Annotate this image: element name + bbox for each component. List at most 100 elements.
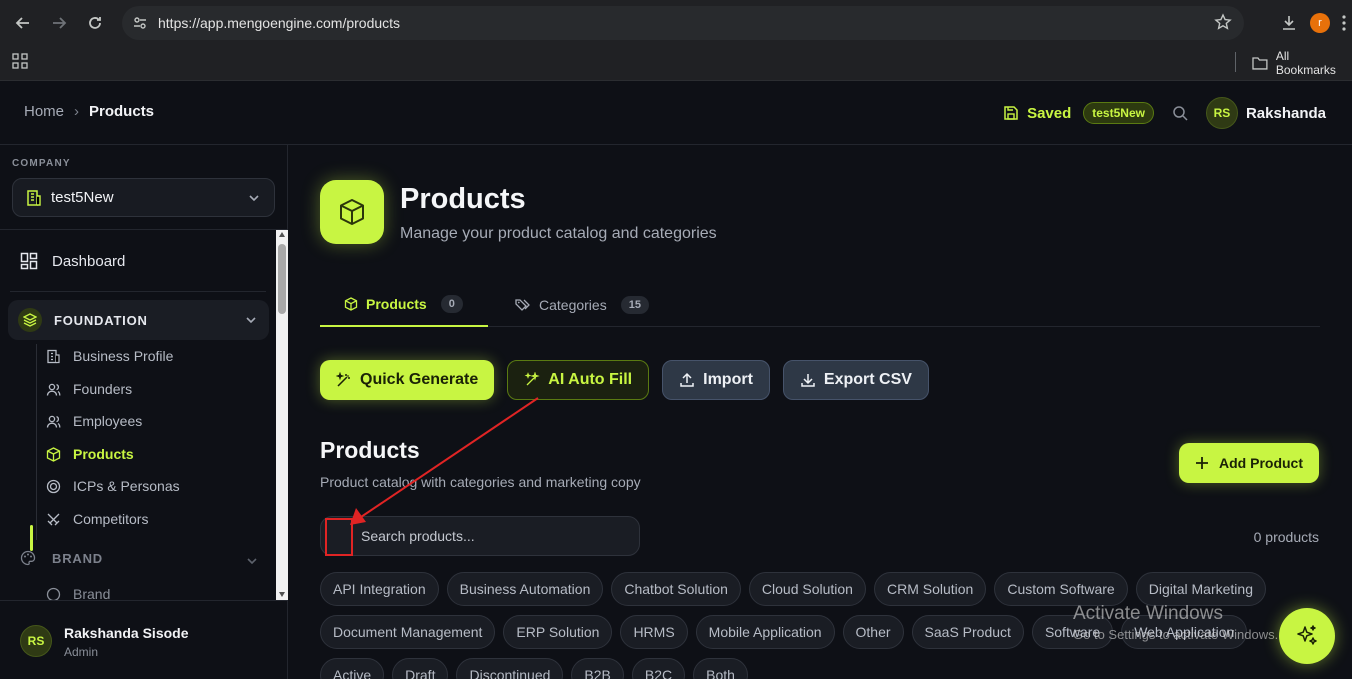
scroll-thumb[interactable] [278, 244, 286, 314]
company-select[interactable]: test5New [12, 178, 275, 217]
bookmark-star-icon[interactable] [1214, 13, 1232, 34]
tab-count: 15 [620, 296, 649, 314]
filter-chip[interactable]: Draft [392, 658, 449, 679]
browser-toolbar: https://app.mengoengine.com/products r [0, 0, 1352, 46]
ai-assistant-fab[interactable] [1279, 608, 1335, 664]
button-label: Quick Generate [360, 371, 479, 388]
section-subtitle: Product catalog with categories and mark… [320, 474, 641, 490]
annotation-highlight-box [325, 518, 353, 556]
filter-chip[interactable]: Chatbot Solution [611, 572, 741, 606]
download-icon[interactable] [1280, 14, 1298, 32]
subtree-line [36, 344, 37, 540]
url-text[interactable]: https://app.mengoengine.com/products [158, 15, 400, 31]
tab-bar: Products 0 Categories 15 [320, 283, 1320, 327]
sidebar-item-label: ICPs & Personas [73, 478, 180, 494]
sidebar-group-foundation[interactable]: FOUNDATION [8, 300, 269, 340]
reload-button[interactable] [77, 5, 113, 41]
user-name[interactable]: Rakshanda [1246, 105, 1326, 122]
product-count: 0 products [1253, 529, 1319, 545]
user-avatar[interactable]: RS [1205, 97, 1238, 129]
scroll-down-arrow[interactable] [279, 592, 285, 597]
filter-chip[interactable]: ERP Solution [503, 615, 613, 649]
sidebar-item-label: Business Profile [73, 348, 174, 364]
footer-user-role: Admin [64, 645, 99, 659]
saved-status: Saved [1003, 105, 1071, 122]
sidebar-item-label: Founders [73, 381, 133, 397]
all-bookmarks-label: All Bookmarks [1275, 49, 1336, 77]
button-label: Import [703, 371, 753, 388]
filter-chip[interactable]: Digital Marketing [1135, 572, 1266, 606]
box-icon [340, 199, 364, 225]
menu-kebab-icon[interactable] [1342, 15, 1346, 31]
filter-chip[interactable]: SaaS Product [911, 615, 1024, 649]
workspace-badge: test5New [1083, 102, 1154, 124]
quick-generate-button[interactable]: Quick Generate [320, 360, 495, 400]
search-icon[interactable] [1172, 105, 1188, 121]
filter-chip[interactable]: Other [842, 615, 904, 649]
profile-avatar[interactable]: r [1310, 13, 1330, 33]
breadcrumb: Home › Products [24, 103, 154, 120]
all-bookmarks[interactable]: All Bookmarks [1252, 49, 1352, 77]
filter-chip[interactable]: Business Automation [446, 572, 604, 606]
sidebar-item-products[interactable]: Products [46, 446, 134, 462]
sparkle-wand-icon [524, 372, 540, 386]
filter-chip[interactable]: Active [320, 658, 385, 679]
tab-products[interactable]: Products 0 [320, 283, 488, 327]
product-search[interactable] [320, 516, 640, 556]
back-button[interactable] [5, 5, 41, 41]
sidebar-group-brand[interactable]: BRAND [20, 550, 103, 566]
import-button[interactable]: Import [662, 360, 770, 400]
building-icon [27, 189, 41, 206]
saved-label: Saved [1027, 104, 1072, 122]
add-product-button[interactable]: Add Product [1179, 443, 1319, 483]
upload-icon [680, 372, 694, 387]
arrow-right-icon [53, 17, 67, 29]
sidebar-nav: Dashboard FOUNDATION Business Profile Fo… [0, 230, 276, 600]
filter-chip[interactable]: Discontinued [456, 658, 564, 679]
filter-chip[interactable]: B2B [571, 658, 624, 679]
chip-row: API Integration Business Automation Chatbo… [320, 572, 1320, 606]
group-label: FOUNDATION [54, 312, 148, 328]
sidebar-item-dashboard[interactable]: Dashboard [20, 252, 125, 270]
search-input[interactable] [361, 517, 631, 555]
filter-chip[interactable]: API Integration [320, 572, 439, 606]
swords-icon [47, 513, 60, 525]
company-name: test5New [51, 189, 114, 206]
sidebar-item-employees[interactable]: Employees [46, 413, 142, 429]
breadcrumb-home[interactable]: Home [24, 103, 64, 120]
sidebar-item-label: Brand [73, 586, 111, 600]
filter-chip[interactable]: Mobile Application [695, 615, 835, 649]
export-csv-button[interactable]: Export CSV [782, 360, 929, 400]
sidebar-item-brand[interactable]: Brand [46, 586, 110, 600]
watermark-line-1: Activate Windows [1073, 603, 1223, 624]
sidebar-item-icps-personas[interactable]: ICPs & Personas [46, 478, 180, 494]
tab-categories[interactable]: Categories 15 [515, 283, 649, 327]
sidebar-item-business-profile[interactable]: Business Profile [46, 348, 173, 364]
users-icon [46, 383, 61, 396]
sidebar-item-competitors[interactable]: Competitors [46, 511, 148, 527]
filter-chip[interactable]: HRMS [620, 615, 688, 649]
button-label: Add Product [1219, 455, 1303, 471]
section-title: Products [320, 437, 420, 463]
address-bar[interactable]: https://app.mengoengine.com/products [122, 6, 1244, 40]
filter-chip[interactable]: Both [693, 658, 748, 679]
sidebar-scrollbar[interactable] [276, 230, 288, 600]
filter-chip[interactable]: CRM Solution [873, 572, 987, 606]
site-settings-icon[interactable] [130, 13, 150, 33]
button-label: Export CSV [823, 371, 912, 388]
filter-chip[interactable]: Cloud Solution [748, 572, 866, 606]
filter-chip[interactable]: Document Management [320, 615, 496, 649]
forward-button[interactable] [41, 5, 77, 41]
filter-chip[interactable]: B2C [631, 658, 686, 679]
sparkles-icon [1297, 625, 1317, 645]
ai-auto-fill-button[interactable]: AI Auto Fill [507, 360, 650, 400]
filter-chip[interactable]: Custom Software [994, 572, 1128, 606]
company-label: COMPANY [12, 158, 71, 169]
box-icon [344, 297, 358, 311]
sidebar-item-label: Dashboard [52, 252, 126, 270]
sidebar-item-founders[interactable]: Founders [46, 381, 132, 397]
sidebar-user-footer[interactable]: RS Rakshanda Sisode Admin [0, 600, 288, 679]
apps-grid-icon[interactable] [12, 53, 28, 74]
scroll-up-arrow[interactable] [279, 232, 285, 237]
users-icon [46, 415, 61, 428]
